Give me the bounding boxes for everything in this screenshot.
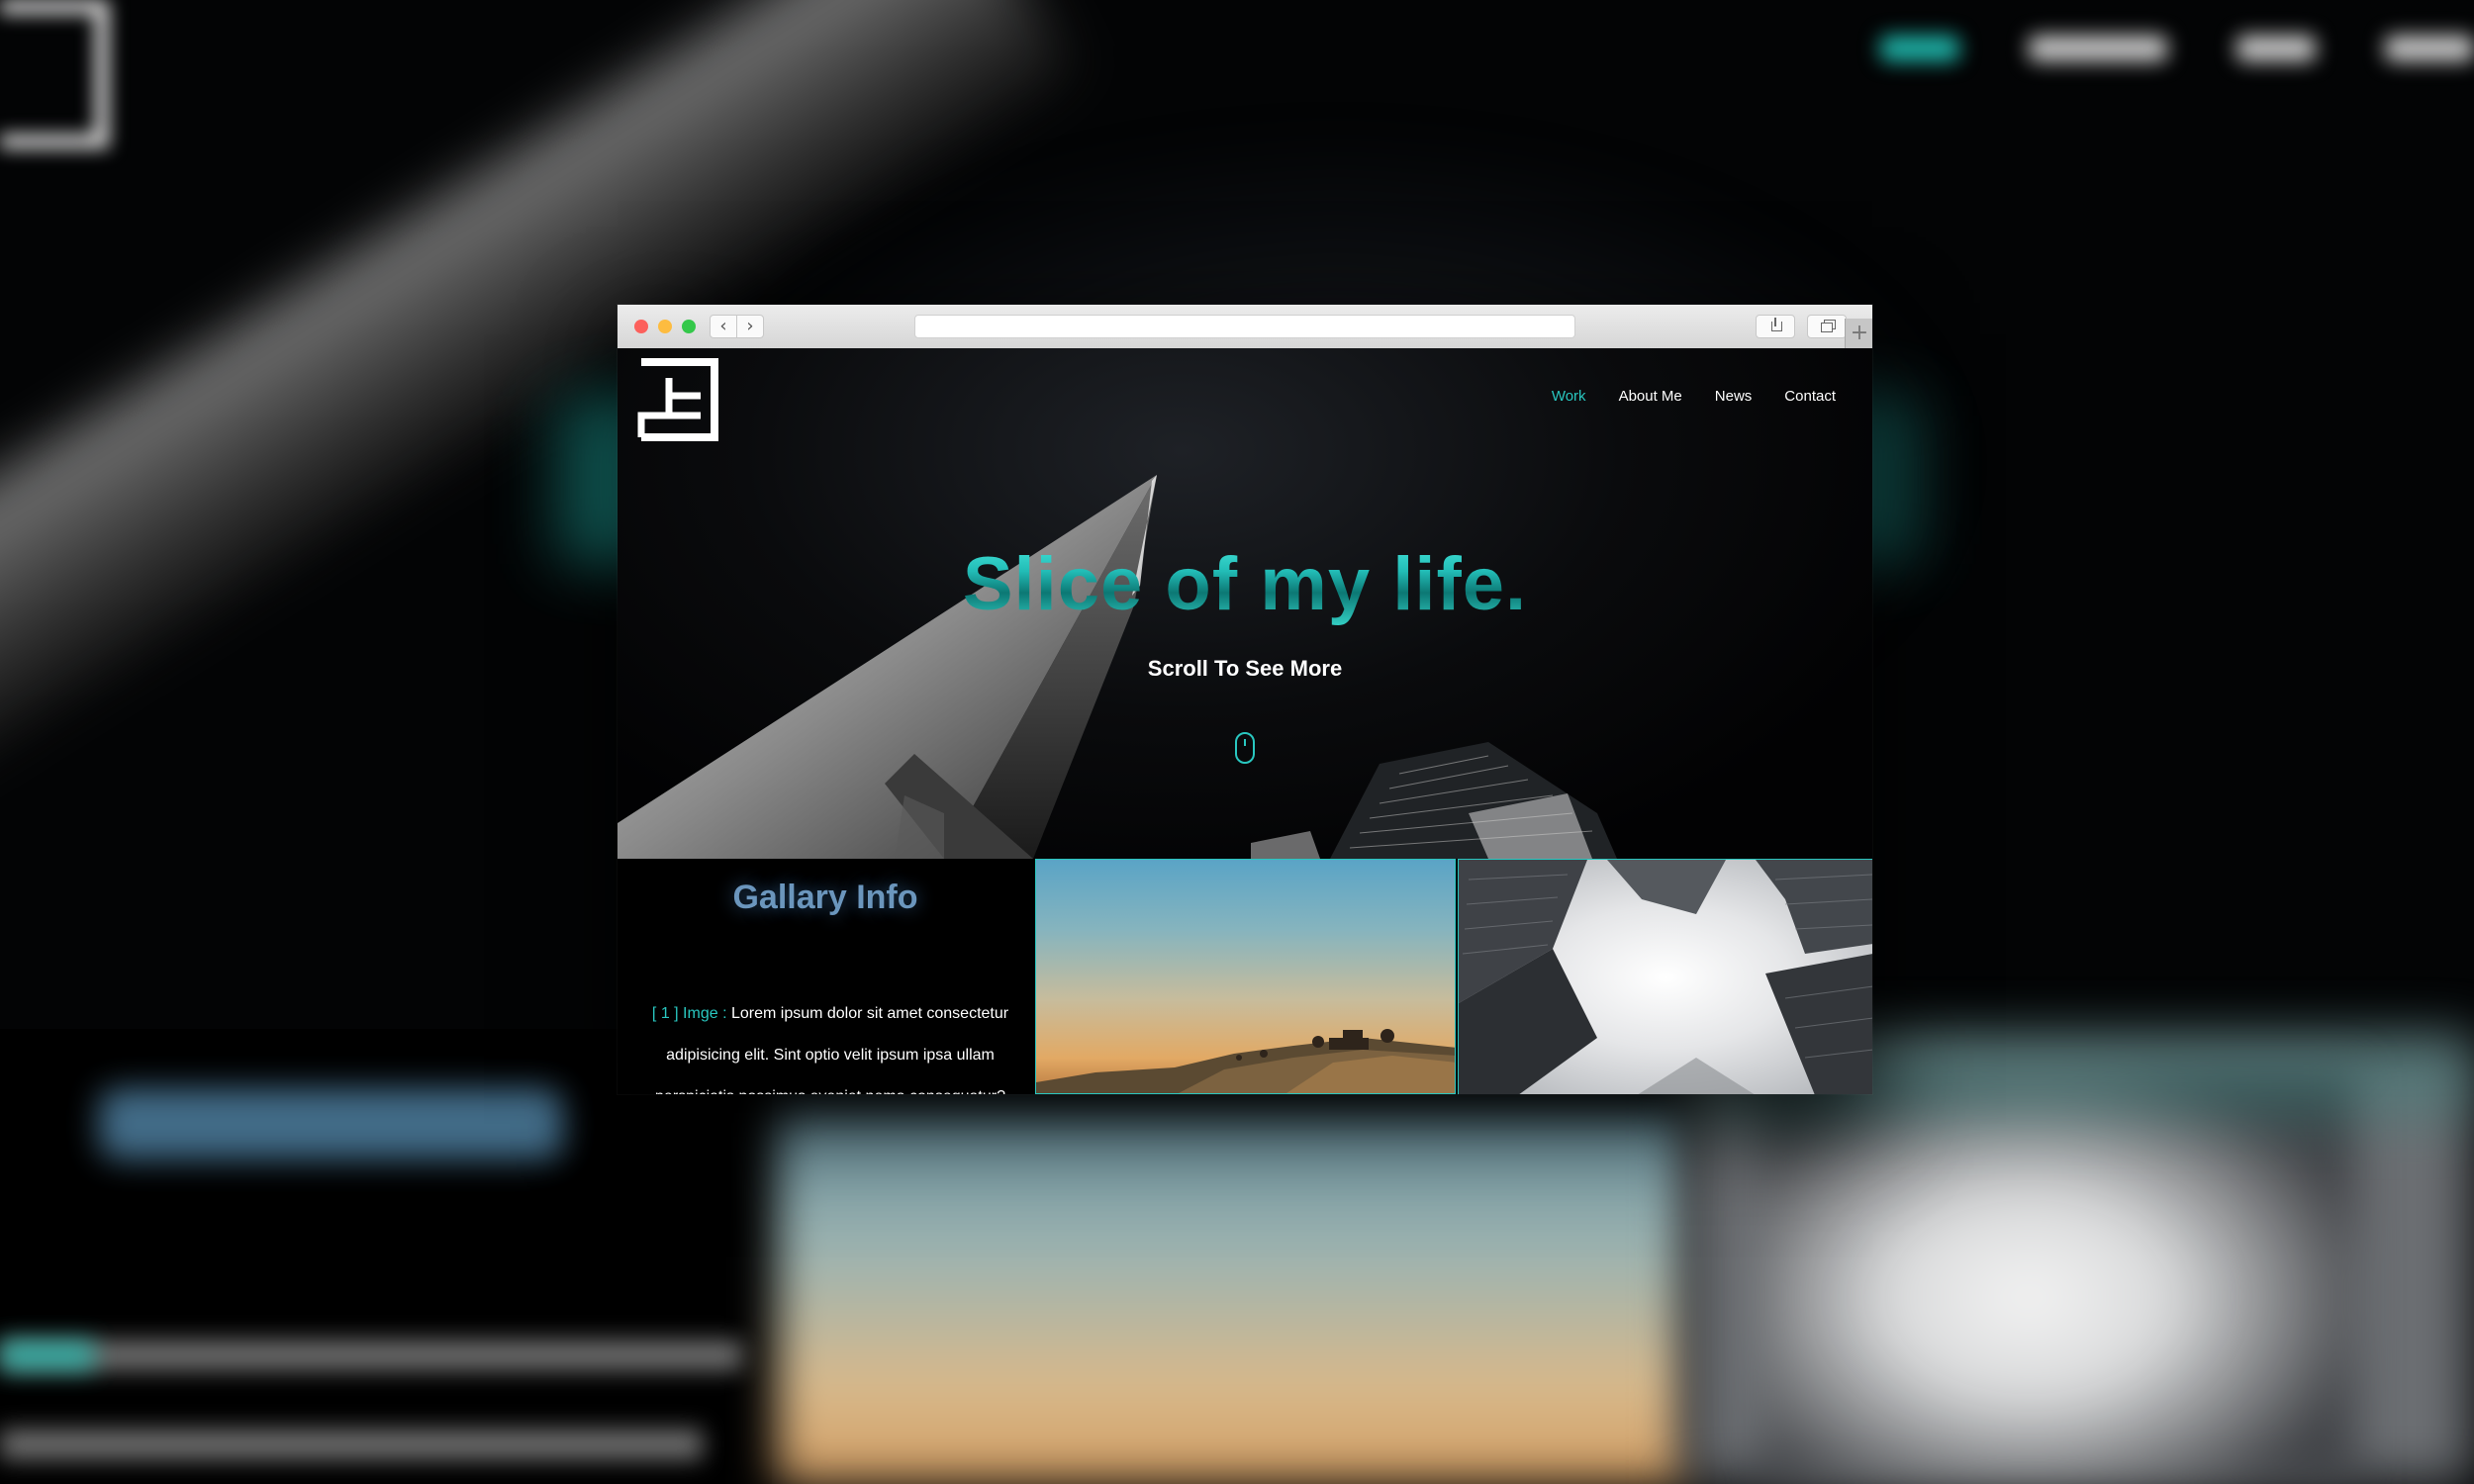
- close-window-button[interactable]: [634, 320, 648, 333]
- minimize-window-button[interactable]: [658, 320, 672, 333]
- gallery-photo-skyscrapers[interactable]: [1458, 859, 1872, 1094]
- hero-subtitle: Scroll To See More: [1147, 656, 1343, 681]
- gallery-description: [ 1 ] Imge : Lorem ipsum dolor sit amet …: [627, 993, 1033, 1094]
- nav-contact[interactable]: Contact: [1784, 388, 1836, 405]
- forward-button[interactable]: ›: [736, 315, 764, 338]
- nav-about-me[interactable]: About Me: [1619, 388, 1682, 405]
- show-tabs-button[interactable]: [1807, 315, 1847, 338]
- nav-work[interactable]: Work: [1552, 388, 1586, 405]
- new-tab-icon: +: [1850, 321, 1869, 345]
- logo-mark[interactable]: [629, 354, 718, 443]
- back-button[interactable]: ‹: [710, 315, 737, 338]
- image-tag: [ 1 ] Imge :: [651, 1005, 727, 1022]
- gallery-info-panel: Gallary Info [ 1 ] Imge : Lorem ipsum do…: [618, 859, 1033, 1094]
- nav-news[interactable]: News: [1715, 388, 1753, 405]
- zoom-window-button[interactable]: [682, 320, 696, 333]
- gallery-photo-beach[interactable]: [1035, 859, 1456, 1094]
- hero-title: Slice of my life.: [618, 541, 1872, 627]
- backdrop-nav: [1880, 36, 2474, 61]
- main-nav: Work About Me News Contact: [1552, 388, 1836, 405]
- forward-icon: ›: [746, 316, 754, 336]
- browser-toolbar: ‹ › +: [618, 305, 1872, 349]
- share-button[interactable]: [1756, 315, 1795, 338]
- gallery-section: Gallary Info [ 1 ] Imge : Lorem ipsum do…: [618, 859, 1872, 1094]
- back-icon: ‹: [719, 316, 727, 336]
- new-tab-button[interactable]: +: [1845, 319, 1872, 348]
- backdrop-logo: [0, 0, 109, 148]
- address-bar[interactable]: [914, 315, 1575, 338]
- gallery-heading: Gallary Info: [732, 879, 918, 916]
- hero-section: Work About Me News Contact Slice of my l…: [618, 348, 1872, 859]
- browser-window: ‹ › + Work About Me News Contact Slice o…: [618, 305, 1872, 1094]
- scroll-mouse-icon[interactable]: [1235, 732, 1255, 764]
